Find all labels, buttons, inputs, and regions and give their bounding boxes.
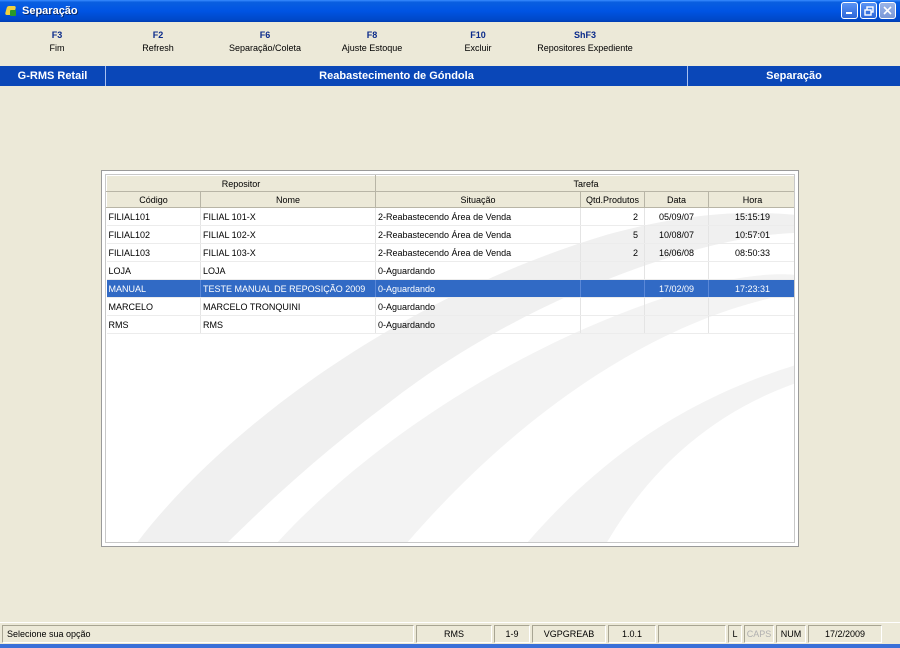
- status-num: NUM: [776, 625, 806, 643]
- cell-codigo: FILIAL103: [106, 243, 201, 262]
- column-header-situacao[interactable]: Situação: [375, 191, 581, 208]
- cell-data: 05/09/07: [644, 207, 709, 226]
- grid-area: Repositor Tarefa Código Nome Situação Qt…: [105, 174, 795, 543]
- cell-data: 10/08/07: [644, 225, 709, 244]
- cell-codigo: FILIAL101: [106, 207, 201, 226]
- fkey-key: ShF3: [573, 30, 596, 40]
- cell-qtd: 5: [580, 225, 645, 244]
- fkey-shf3-repositores-expediente[interactable]: ShF3 Repositores Expediente: [515, 30, 655, 53]
- column-header-nome[interactable]: Nome: [200, 191, 376, 208]
- status-message: Selecione sua opção: [2, 625, 414, 643]
- fkey-label: Ajuste Estoque: [341, 43, 403, 53]
- column-header-data[interactable]: Data: [644, 191, 709, 208]
- cell-codigo: RMS: [106, 315, 201, 334]
- table-row[interactable]: FILIAL103 FILIAL 103-X 2-Reabastecendo Á…: [106, 243, 794, 262]
- cell-situacao: 2-Reabastecendo Área de Venda: [375, 243, 581, 262]
- cell-hora: 08:50:33: [708, 243, 794, 262]
- cell-qtd: 2: [580, 207, 645, 226]
- cell-codigo: LOJA: [106, 261, 201, 280]
- cell-situacao: 2-Reabastecendo Área de Venda: [375, 207, 581, 226]
- module-name: Separação: [766, 70, 822, 82]
- fkey-key: F3: [51, 30, 63, 40]
- fkey-key: F6: [259, 30, 271, 40]
- app-name: G-RMS Retail: [0, 66, 106, 86]
- cell-hora: [708, 297, 794, 316]
- fkey-f6-separacao-coleta[interactable]: F6 Separação/Coleta: [210, 30, 320, 53]
- cell-situacao: 0-Aguardando: [375, 315, 581, 334]
- cell-qtd: [580, 261, 645, 280]
- cell-codigo: MARCELO: [106, 297, 201, 316]
- bottom-strip: [0, 644, 900, 648]
- status-range: 1-9: [494, 625, 530, 643]
- cell-data: 16/06/08: [644, 243, 709, 262]
- window-controls: [841, 2, 896, 19]
- cell-hora: 15:15:19: [708, 207, 794, 226]
- repositor-table: Repositor Tarefa Código Nome Situação Qt…: [106, 175, 794, 334]
- header-band: G-RMS Retail Reabastecimento de Góndola …: [0, 66, 900, 86]
- cell-nome: TESTE MANUAL DE REPOSIÇÃO 2009: [200, 279, 376, 298]
- fkey-key: F8: [366, 30, 378, 40]
- fkey-key: F2: [152, 30, 164, 40]
- cell-codigo: FILIAL102: [106, 225, 201, 244]
- cell-situacao: 0-Aguardando: [375, 261, 581, 280]
- table-row[interactable]: FILIAL101 FILIAL 101-X 2-Reabastecendo Á…: [106, 207, 794, 226]
- screen-title: Reabastecimento de Góndola: [106, 66, 688, 86]
- cell-nome: LOJA: [200, 261, 376, 280]
- cell-nome: FILIAL 103-X: [200, 243, 376, 262]
- cell-nome: RMS: [200, 315, 376, 334]
- table-row[interactable]: LOJA LOJA 0-Aguardando: [106, 261, 794, 280]
- cell-data: [644, 261, 709, 280]
- cell-situacao: 0-Aguardando: [375, 279, 581, 298]
- cell-data: [644, 315, 709, 334]
- column-header-codigo[interactable]: Código: [106, 191, 201, 208]
- fkey-label: Fim: [49, 43, 65, 53]
- status-user: RMS: [416, 625, 492, 643]
- fkey-f3-fim[interactable]: F3 Fim: [2, 30, 112, 53]
- window-title: Separação: [22, 5, 78, 17]
- cell-qtd: [580, 315, 645, 334]
- cell-qtd: 2: [580, 243, 645, 262]
- group-header-repositor: Repositor: [106, 175, 376, 192]
- minimize-icon[interactable]: [841, 2, 858, 19]
- restore-icon[interactable]: [860, 2, 877, 19]
- status-program: VGPGREAB: [532, 625, 606, 643]
- function-key-toolbar: F3 Fim F2 Refresh F6 Separação/Coleta F8…: [0, 22, 900, 66]
- cell-nome: MARCELO TRONQUINI: [200, 297, 376, 316]
- fkey-label: Repositores Expediente: [537, 43, 633, 53]
- title-bar: Separação: [0, 0, 900, 22]
- app-icon: [4, 4, 18, 18]
- table-row[interactable]: RMS RMS 0-Aguardando: [106, 315, 794, 334]
- fkey-f2-refresh[interactable]: F2 Refresh: [103, 30, 213, 53]
- cell-nome: FILIAL 102-X: [200, 225, 376, 244]
- cell-codigo: MANUAL: [106, 279, 201, 298]
- cell-situacao: 2-Reabastecendo Área de Venda: [375, 225, 581, 244]
- cell-situacao: 0-Aguardando: [375, 297, 581, 316]
- close-icon[interactable]: [879, 2, 896, 19]
- cell-hora: 17:23:31: [708, 279, 794, 298]
- status-caps: CAPS: [744, 625, 774, 643]
- column-header-qtd-produtos[interactable]: Qtd.Produtos: [580, 191, 645, 208]
- cell-data: [644, 297, 709, 316]
- status-date: 17/2/2009: [808, 625, 882, 643]
- status-l: L: [728, 625, 742, 643]
- status-bar: Selecione sua opção RMS 1-9 VGPGREAB 1.0…: [0, 622, 900, 644]
- table-row[interactable]: FILIAL102 FILIAL 102-X 2-Reabastecendo Á…: [106, 225, 794, 244]
- cell-hora: [708, 315, 794, 334]
- cell-nome: FILIAL 101-X: [200, 207, 376, 226]
- table-row[interactable]: MARCELO MARCELO TRONQUINI 0-Aguardando: [106, 297, 794, 316]
- cell-hora: [708, 261, 794, 280]
- status-version: 1.0.1: [608, 625, 656, 643]
- cell-qtd: [580, 279, 645, 298]
- cell-data: 17/02/09: [644, 279, 709, 298]
- column-header-hora[interactable]: Hora: [707, 191, 794, 208]
- status-empty: [658, 625, 726, 643]
- grid-panel: Repositor Tarefa Código Nome Situação Qt…: [101, 170, 799, 547]
- table-row-selected[interactable]: MANUAL TESTE MANUAL DE REPOSIÇÃO 2009 0-…: [106, 279, 794, 298]
- fkey-f8-ajuste-estoque[interactable]: F8 Ajuste Estoque: [317, 30, 427, 53]
- fkey-label: Refresh: [142, 43, 174, 53]
- group-header-tarefa: Tarefa: [374, 175, 794, 192]
- cell-hora: 10:57:01: [708, 225, 794, 244]
- cell-qtd: [580, 297, 645, 316]
- fkey-label: Separação/Coleta: [228, 43, 302, 53]
